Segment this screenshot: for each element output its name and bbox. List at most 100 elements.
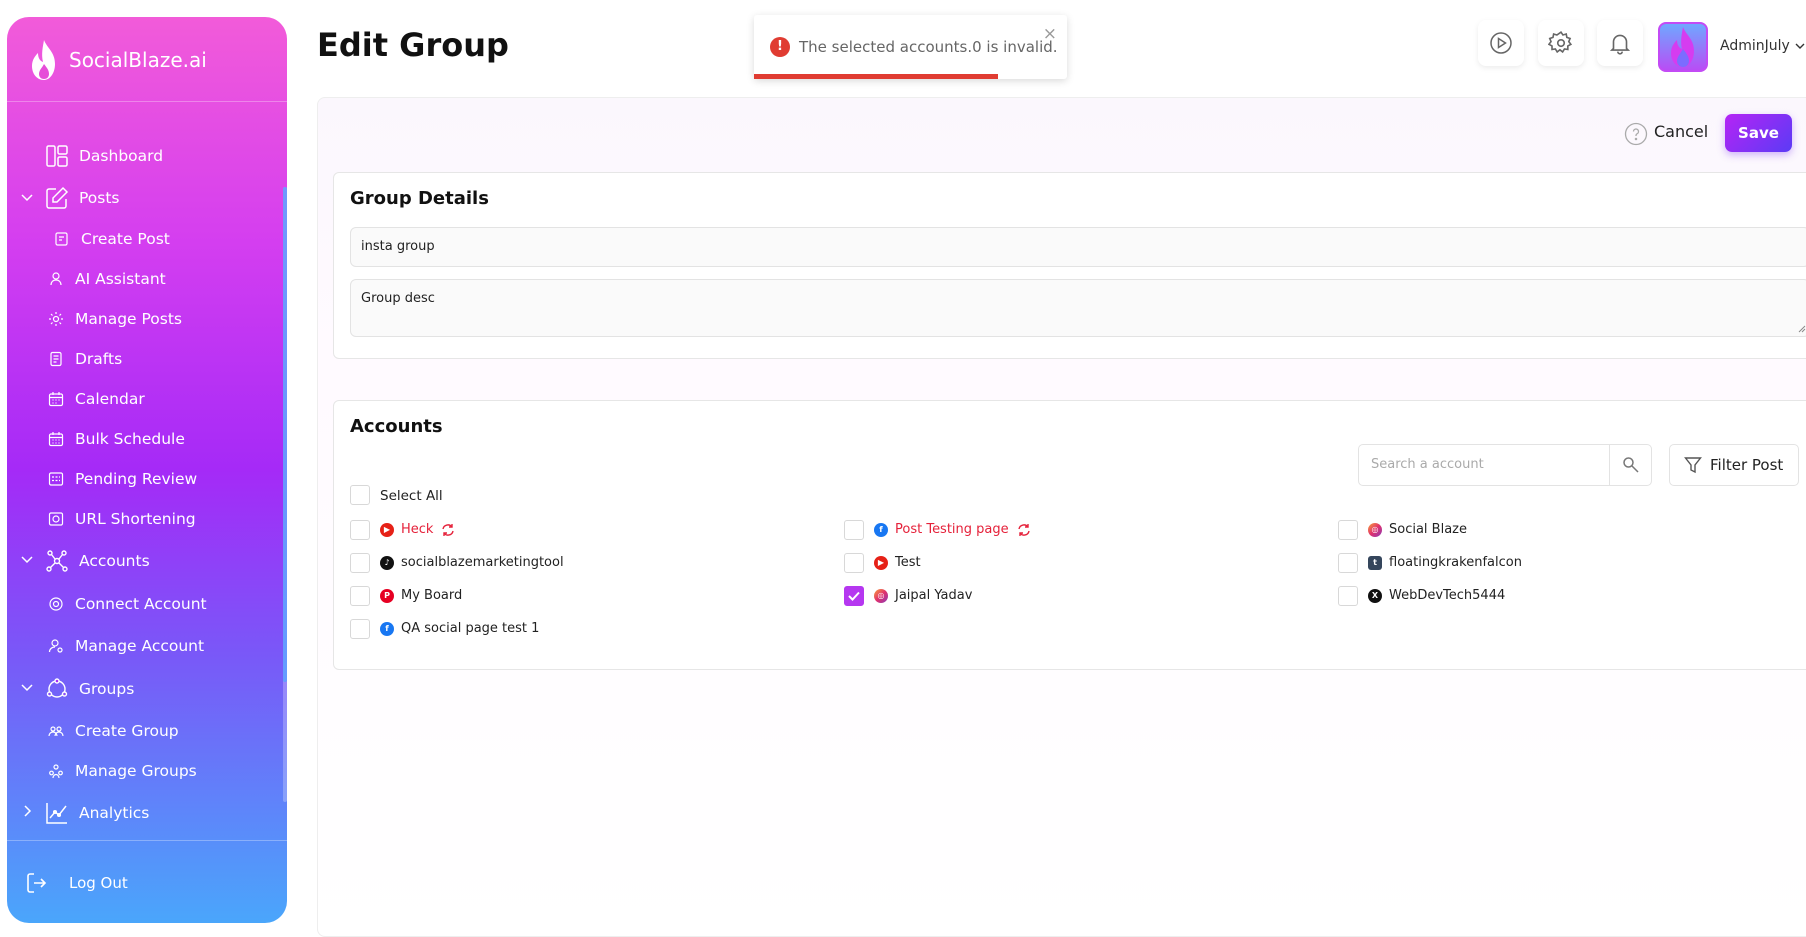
sidebar-item-label: Drafts xyxy=(75,350,123,368)
sidebar-item-label: Calendar xyxy=(75,390,145,408)
user-name[interactable]: AdminJuly xyxy=(1720,38,1790,54)
sidebar-item-groups[interactable]: Groups xyxy=(7,667,277,711)
filter-icon xyxy=(1684,457,1702,474)
facebook-icon: f xyxy=(874,522,888,537)
sidebar-item-accounts[interactable]: Accounts xyxy=(7,539,277,583)
logout-icon xyxy=(27,873,47,893)
sidebar-item-ai-assistant[interactable]: AI Assistant xyxy=(7,259,277,299)
search-button[interactable] xyxy=(1609,445,1651,485)
account-label-floatingkrakenfalcon[interactable]: t floatingkrakenfalcon xyxy=(1368,555,1522,570)
filter-post-button[interactable]: Filter Post xyxy=(1669,444,1799,486)
sync-error-icon[interactable] xyxy=(441,523,455,537)
chevron-down-icon[interactable] xyxy=(1795,41,1805,51)
manage-posts-icon xyxy=(47,310,65,328)
sidebar-item-drafts[interactable]: Drafts xyxy=(7,339,277,379)
dashboard-icon xyxy=(45,144,69,168)
play-tutorial-button[interactable] xyxy=(1478,20,1524,66)
pending-review-icon xyxy=(47,470,65,488)
account-label-test[interactable]: ▶ Test xyxy=(874,555,921,570)
youtube-icon: ▶ xyxy=(380,522,394,537)
sidebar-item-label: Pending Review xyxy=(75,470,198,488)
account-label-social-blaze[interactable]: ◎ Social Blaze xyxy=(1368,522,1467,537)
group-description-textarea[interactable]: Group desc xyxy=(350,279,1806,337)
checkmark-icon xyxy=(848,591,860,601)
account-checkbox-post-testing-page[interactable] xyxy=(844,520,864,540)
account-label-qa-social-page-test-1[interactable]: f QA social page test 1 xyxy=(380,621,539,636)
resize-handle-icon[interactable] xyxy=(1798,325,1806,333)
manage-groups-icon xyxy=(47,762,65,780)
close-icon[interactable]: × xyxy=(1043,24,1057,44)
sidebar-item-dashboard[interactable]: Dashboard xyxy=(7,135,277,177)
error-toast: ! The selected accounts.0 is invalid. × xyxy=(754,15,1067,79)
sidebar-item-analytics[interactable]: Analytics xyxy=(7,791,277,835)
group-name-value: insta group xyxy=(361,239,435,254)
help-icon[interactable] xyxy=(1624,122,1648,146)
group-description-value: Group desc xyxy=(361,291,435,306)
account-search-input[interactable]: Search a account xyxy=(1358,444,1652,486)
account-label-my-board[interactable]: P My Board xyxy=(380,588,462,603)
calendar-icon xyxy=(47,390,65,408)
sidebar-scrollbar-thumb[interactable] xyxy=(283,187,287,682)
save-button[interactable]: Save xyxy=(1725,114,1792,152)
play-icon xyxy=(1490,32,1512,54)
account-checkbox-floatingkrakenfalcon[interactable] xyxy=(1338,553,1358,573)
account-checkbox-test[interactable] xyxy=(844,553,864,573)
sidebar-item-pending-review[interactable]: Pending Review xyxy=(7,459,277,499)
sidebar-item-manage-account[interactable]: Manage Account xyxy=(7,625,277,667)
sidebar-item-create-group[interactable]: Create Group xyxy=(7,711,277,751)
sidebar-item-label: Dashboard xyxy=(79,147,164,165)
divider xyxy=(7,840,287,841)
account-label-webdevtech5444[interactable]: X WebDevTech5444 xyxy=(1368,588,1505,603)
toast-progress-bar xyxy=(754,74,999,79)
account-label-post-testing-page[interactable]: f Post Testing page xyxy=(874,522,1031,537)
cancel-button[interactable]: Cancel xyxy=(1654,122,1708,141)
logout-button[interactable]: Log Out xyxy=(25,871,128,895)
group-name-input[interactable]: insta group xyxy=(350,227,1806,267)
notifications-button[interactable] xyxy=(1597,20,1643,66)
manage-account-icon xyxy=(47,637,65,655)
sidebar-item-label: Create Post xyxy=(81,230,170,248)
account-checkbox-webdevtech5444[interactable] xyxy=(1338,586,1358,606)
account-checkbox-social-blaze[interactable] xyxy=(1338,520,1358,540)
chevron-down-icon xyxy=(21,194,33,202)
tiktok-icon: ♪ xyxy=(380,555,394,570)
account-label-heck[interactable]: ▶ Heck xyxy=(380,522,455,537)
instagram-icon: ◎ xyxy=(1368,522,1382,537)
account-checkbox-heck[interactable] xyxy=(350,520,370,540)
select-all-checkbox[interactable] xyxy=(350,485,370,505)
sidebar-item-label: Manage Posts xyxy=(75,310,183,328)
sidebar-item-calendar[interactable]: Calendar xyxy=(7,379,277,419)
create-post-icon xyxy=(53,230,71,248)
avatar[interactable] xyxy=(1658,22,1708,72)
groups-icon xyxy=(45,677,69,701)
account-label-jaipal-yadav[interactable]: ◎ Jaipal Yadav xyxy=(874,588,972,603)
account-checkbox-my-board[interactable] xyxy=(350,586,370,606)
sidebar-item-label: Analytics xyxy=(79,804,150,822)
sidebar-item-label: Posts xyxy=(79,189,120,207)
sync-error-icon[interactable] xyxy=(1017,523,1031,537)
account-checkbox-jaipal-yadav[interactable] xyxy=(844,586,864,606)
sidebar-item-create-post[interactable]: Create Post xyxy=(7,219,277,259)
sidebar-item-manage-posts[interactable]: Manage Posts xyxy=(7,299,277,339)
select-all-label[interactable]: Select All xyxy=(380,488,443,504)
youtube-icon: ▶ xyxy=(874,555,888,570)
sidebar-item-label: AI Assistant xyxy=(75,270,166,288)
account-checkbox-qa-social-page-test-1[interactable] xyxy=(350,619,370,639)
account-label-socialblazemarketingtool[interactable]: ♪ socialblazemarketingtool xyxy=(380,555,564,570)
group-details-card: Group Details insta group Group desc xyxy=(333,172,1806,359)
account-checkbox-socialblazemarketingtool[interactable] xyxy=(350,553,370,573)
tumblr-icon: t xyxy=(1368,555,1382,570)
chevron-down-icon xyxy=(21,684,33,692)
brand-logo[interactable]: SocialBlaze.ai xyxy=(25,37,207,83)
sidebar-item-connect-account[interactable]: Connect Account xyxy=(7,583,277,625)
sidebar: SocialBlaze.ai Dashboard Posts Create Po… xyxy=(7,17,287,923)
sidebar-item-url-shortening[interactable]: URL Shortening xyxy=(7,499,277,539)
sidebar-item-manage-groups[interactable]: Manage Groups xyxy=(7,751,277,791)
settings-button[interactable] xyxy=(1538,20,1584,66)
sidebar-item-bulk-schedule[interactable]: Bulk Schedule xyxy=(7,419,277,459)
chevron-right-icon xyxy=(24,805,32,817)
brand-name: SocialBlaze.ai xyxy=(69,48,207,72)
sidebar-item-posts[interactable]: Posts xyxy=(7,177,277,219)
search-icon xyxy=(1622,457,1639,473)
gear-icon xyxy=(1548,31,1573,54)
